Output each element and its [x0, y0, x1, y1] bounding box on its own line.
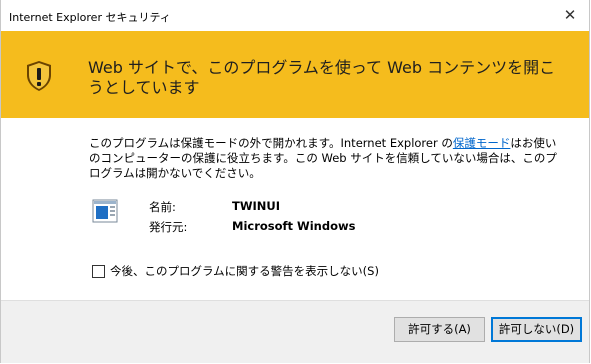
description-text-start: このプログラムは保護モードの外で開かれます。Internet Explorer …	[89, 136, 453, 150]
publisher-label: 発行元:	[149, 220, 188, 234]
banner-headline: Web サイトで、このプログラムを使って Web コンテンツを開こうとしています	[88, 58, 556, 97]
title-bar: Internet Explorer セキュリティ ✕	[1, 0, 589, 31]
name-value: TWINUI	[232, 199, 281, 213]
application-window-icon	[92, 199, 118, 223]
allow-button[interactable]: 許可する(A)	[394, 317, 485, 342]
protected-mode-link[interactable]: 保護モード	[453, 136, 511, 150]
dont-warn-label[interactable]: 今後、このプログラムに関する警告を表示しない(S)	[110, 263, 379, 279]
security-dialog: Internet Explorer セキュリティ ✕ Web サイトで、このプロ…	[0, 0, 590, 363]
dont-warn-checkbox-row[interactable]: 今後、このプログラムに関する警告を表示しない(S)	[92, 263, 379, 279]
name-label: 名前:	[149, 200, 176, 214]
description-text: このプログラムは保護モードの外で開かれます。Internet Explorer …	[89, 136, 563, 181]
close-button[interactable]: ✕	[557, 3, 583, 27]
program-name-row: 名前: TWINUI	[149, 199, 355, 219]
dont-warn-checkbox[interactable]	[92, 264, 105, 278]
publisher-value: Microsoft Windows	[232, 219, 356, 233]
button-bar: 許可する(A) 許可しない(D)	[1, 300, 589, 363]
dialog-content: このプログラムは保護モードの外で開かれます。Internet Explorer …	[1, 118, 589, 300]
publisher-row: 発行元: Microsoft Windows	[149, 219, 355, 239]
program-info: 名前: TWINUI 発行元: Microsoft Windows	[149, 199, 355, 239]
deny-button[interactable]: 許可しない(D)	[491, 317, 582, 342]
warning-banner: Web サイトで、このプログラムを使って Web コンテンツを開こうとしています	[1, 31, 589, 118]
window-title: Internet Explorer セキュリティ	[9, 11, 171, 24]
shield-warning-icon	[27, 61, 51, 91]
